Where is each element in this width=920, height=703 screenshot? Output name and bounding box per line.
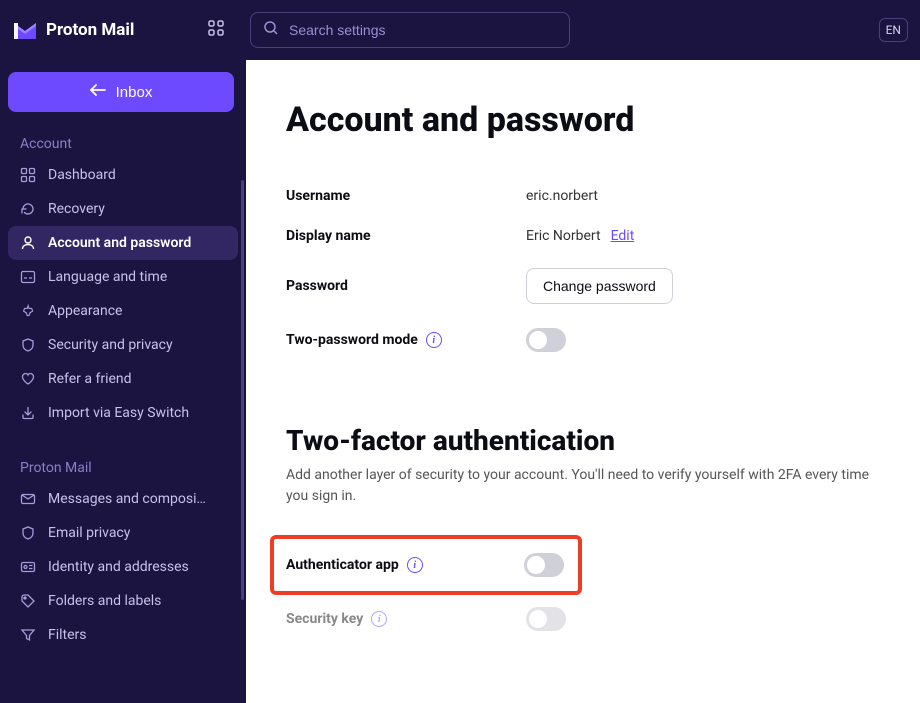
field-two-password-mode: Two-password mode i <box>286 328 880 352</box>
sidebar-item-filters[interactable]: Filters <box>8 618 238 652</box>
twofa-description: Add another layer of security to your ac… <box>286 465 880 507</box>
filter-icon <box>20 627 36 643</box>
password-label: Password <box>286 278 526 294</box>
page-title: Account and password <box>286 100 880 140</box>
info-icon[interactable]: i <box>426 332 442 348</box>
info-icon[interactable]: i <box>371 611 387 627</box>
field-display-name: Display name Eric Norbert Edit <box>286 228 880 244</box>
sidebar-item-email-privacy[interactable]: Email privacy <box>8 516 238 550</box>
authenticator-highlight: Authenticator app i <box>270 535 582 595</box>
authenticator-label: Authenticator app <box>286 557 399 573</box>
appearance-icon <box>20 303 36 319</box>
sidebar-item-label: Appearance <box>48 303 122 319</box>
sidebar-item-label: Filters <box>48 627 87 643</box>
sidebar-item-account-password[interactable]: Account and password <box>8 226 238 260</box>
grid-icon <box>206 18 226 42</box>
search-icon <box>263 20 279 40</box>
inbox-button[interactable]: Inbox <box>8 72 234 112</box>
display-name-value: Eric Norbert <box>526 228 601 244</box>
change-password-button[interactable]: Change password <box>526 268 673 304</box>
sidebar-item-label: Folders and labels <box>48 593 161 609</box>
sidebar-item-folders-labels[interactable]: Folders and labels <box>8 584 238 618</box>
sidebar-item-label: Dashboard <box>48 167 116 183</box>
main-content: Account and password Username eric.norbe… <box>246 60 920 703</box>
two-password-label: Two-password mode <box>286 332 418 348</box>
two-password-toggle[interactable] <box>526 328 566 352</box>
field-security-key: Security key i <box>286 607 880 631</box>
sidebar-item-label: Recovery <box>48 201 105 217</box>
sidebar-item-label: Security and privacy <box>48 337 173 353</box>
sidebar-item-appearance[interactable]: Appearance <box>8 294 238 328</box>
username-label: Username <box>286 188 526 204</box>
sidebar-item-import[interactable]: Import via Easy Switch <box>8 396 238 430</box>
top-bar: Proton Mail EN <box>0 0 920 60</box>
sidebar-item-label: Language and time <box>48 269 167 285</box>
sidebar-item-dashboard[interactable]: Dashboard <box>8 158 238 192</box>
sidebar-item-recovery[interactable]: Recovery <box>8 192 238 226</box>
security-key-toggle[interactable] <box>526 607 566 631</box>
arrow-left-icon <box>90 83 106 101</box>
sidebar-item-messages[interactable]: Messages and composi… <box>8 482 238 516</box>
search-input[interactable] <box>289 22 557 38</box>
twofa-title: Two-factor authentication <box>286 424 880 457</box>
shield-icon <box>20 525 36 541</box>
info-icon[interactable]: i <box>407 557 423 573</box>
sidebar-section-account: Account <box>8 130 238 158</box>
sidebar-item-refer-friend[interactable]: Refer a friend <box>8 362 238 396</box>
sidebar-item-label: Email privacy <box>48 525 130 541</box>
import-icon <box>20 405 36 421</box>
dashboard-icon <box>20 167 36 183</box>
sidebar-item-security-privacy[interactable]: Security and privacy <box>8 328 238 362</box>
security-key-label: Security key <box>286 611 363 627</box>
sidebar-item-label: Messages and composi… <box>48 491 206 507</box>
display-name-label: Display name <box>286 228 526 244</box>
apps-grid-button[interactable] <box>198 18 234 42</box>
brand-logo[interactable]: Proton Mail <box>12 17 182 43</box>
sidebar: Inbox Account Dashboard Recovery Account… <box>0 60 246 703</box>
inbox-label: Inbox <box>116 84 153 101</box>
username-value: eric.norbert <box>526 188 598 204</box>
user-icon <box>20 235 36 251</box>
sidebar-item-label: Identity and addresses <box>48 559 189 575</box>
sidebar-item-label: Account and password <box>48 235 191 251</box>
search-settings[interactable] <box>250 12 570 48</box>
shield-icon <box>20 337 36 353</box>
language-icon <box>20 269 36 285</box>
sidebar-item-label: Refer a friend <box>48 371 132 387</box>
recovery-icon <box>20 201 36 217</box>
sidebar-item-identity[interactable]: Identity and addresses <box>8 550 238 584</box>
field-password: Password Change password <box>286 268 880 304</box>
language-button[interactable]: EN <box>879 18 908 42</box>
heart-icon <box>20 371 36 387</box>
proton-logo-icon <box>12 17 38 43</box>
edit-display-name-link[interactable]: Edit <box>611 228 635 244</box>
field-username: Username eric.norbert <box>286 188 880 204</box>
authenticator-toggle[interactable] <box>524 553 564 577</box>
sidebar-section-mail: Proton Mail <box>8 454 238 482</box>
sidebar-item-label: Import via Easy Switch <box>48 405 189 421</box>
sidebar-item-language-time[interactable]: Language and time <box>8 260 238 294</box>
tag-icon <box>20 593 36 609</box>
messages-icon <box>20 491 36 507</box>
brand-name: Proton Mail <box>46 20 134 40</box>
identity-icon <box>20 559 36 575</box>
